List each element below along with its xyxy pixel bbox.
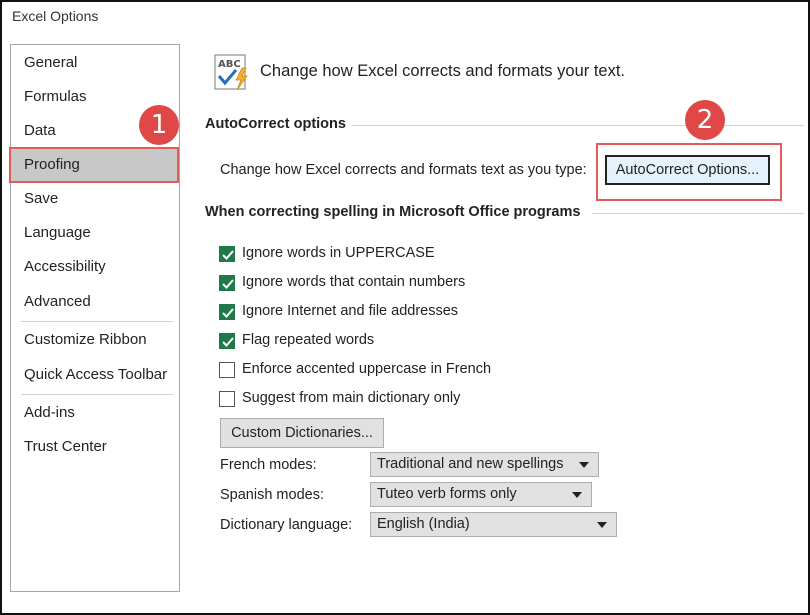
svg-text:ABC: ABC: [218, 59, 241, 70]
sidebar-item-general[interactable]: General: [11, 46, 179, 80]
section-divider: [352, 125, 804, 126]
autocorrect-options-button[interactable]: AutoCorrect Options...: [605, 155, 770, 185]
autocorrect-section-title: AutoCorrect options: [205, 116, 346, 132]
section-divider: [592, 213, 804, 214]
chevron-down-icon: [597, 522, 607, 528]
autocorrect-description: Change how Excel corrects and formats te…: [220, 162, 587, 178]
spanish-modes-value: Tuteo verb forms only: [377, 486, 517, 502]
chevron-down-icon: [572, 492, 582, 498]
sidebar-item-customize-ribbon[interactable]: Customize Ribbon: [11, 323, 179, 357]
annotation-badge-2: 2: [685, 100, 725, 140]
proofing-highlight-box: [9, 147, 179, 183]
sidebar-item-accessibility[interactable]: Accessibility: [11, 250, 179, 284]
abc-check-icon: ABC: [214, 54, 252, 92]
french-modes-dropdown[interactable]: Traditional and new spellings: [370, 452, 599, 477]
sidebar-item-quick-access-toolbar[interactable]: Quick Access Toolbar: [11, 358, 179, 392]
sidebar-divider: [21, 394, 173, 395]
checkbox-checked[interactable]: [219, 304, 235, 320]
annotation-badge-1: 1: [139, 105, 179, 145]
sidebar-divider: [21, 321, 173, 322]
sidebar-item-language[interactable]: Language: [11, 216, 179, 250]
sidebar-item-save[interactable]: Save: [11, 182, 179, 216]
checkbox-checked[interactable]: [219, 333, 235, 349]
checkbox-checked[interactable]: [219, 275, 235, 291]
checkbox-unchecked[interactable]: [219, 391, 235, 407]
window-title: Excel Options: [12, 8, 98, 24]
sidebar-item-add-ins[interactable]: Add-ins: [11, 396, 179, 430]
excel-options-dialog: Excel Options General Formulas Data Proo…: [0, 0, 810, 615]
option-label: Suggest from main dictionary only: [242, 390, 460, 406]
option-label: Ignore Internet and file addresses: [242, 303, 458, 319]
spanish-modes-dropdown[interactable]: Tuteo verb forms only: [370, 482, 592, 507]
custom-dictionaries-button[interactable]: Custom Dictionaries...: [220, 418, 384, 448]
sidebar-item-trust-center[interactable]: Trust Center: [11, 430, 179, 464]
page-header-text: Change how Excel corrects and formats yo…: [260, 62, 625, 81]
checkbox-unchecked[interactable]: [219, 362, 235, 378]
sidebar-item-advanced[interactable]: Advanced: [11, 285, 179, 319]
checkbox-checked[interactable]: [219, 246, 235, 262]
french-modes-label: French modes:: [220, 457, 317, 473]
option-label: Ignore words that contain numbers: [242, 274, 465, 290]
dictionary-language-dropdown[interactable]: English (India): [370, 512, 617, 537]
spelling-section-title: When correcting spelling in Microsoft Of…: [205, 204, 580, 220]
dictionary-language-value: English (India): [377, 516, 470, 532]
chevron-down-icon: [579, 462, 589, 468]
option-label: Ignore words in UPPERCASE: [242, 245, 435, 261]
french-modes-value: Traditional and new spellings: [377, 456, 563, 472]
option-label: Flag repeated words: [242, 332, 374, 348]
spanish-modes-label: Spanish modes:: [220, 487, 324, 503]
option-label: Enforce accented uppercase in French: [242, 361, 491, 377]
dictionary-language-label: Dictionary language:: [220, 517, 352, 533]
